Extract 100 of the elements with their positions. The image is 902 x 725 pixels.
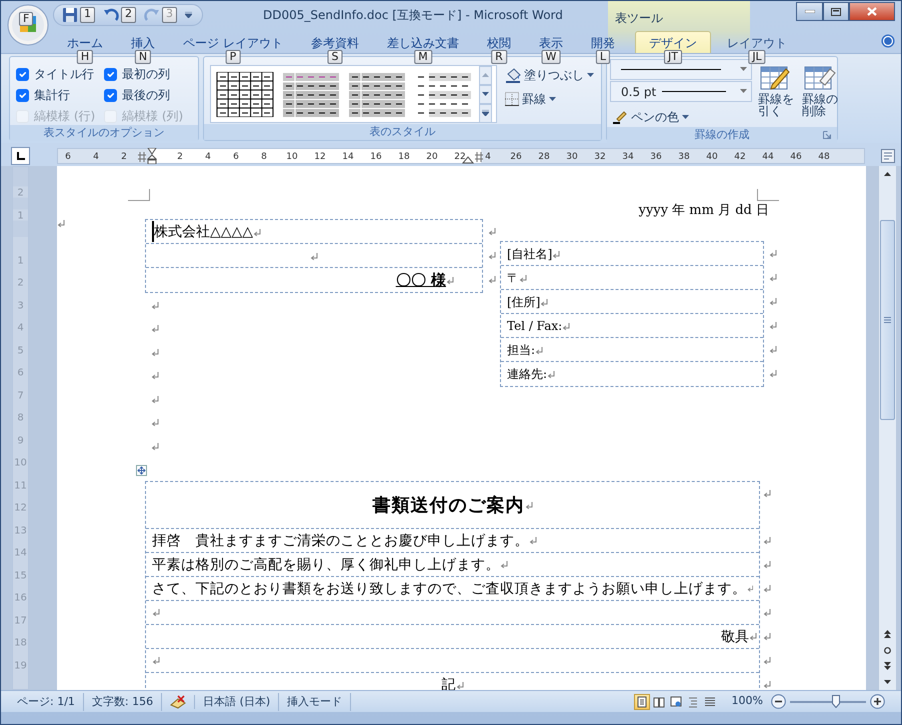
shading-button[interactable]: 塗りつぶし [503,65,596,85]
paragraph-mark-icon [768,273,776,281]
ribbon-tab[interactable]: 表示 [524,31,577,53]
zoom-out-button[interactable] [771,694,786,709]
tab-selector-button[interactable] [11,147,30,165]
ruler-number: 1 [13,209,28,220]
ruler-number: 11 [13,479,28,490]
keytip: JL [748,50,766,64]
zoom-level[interactable]: 100% [732,693,763,710]
keytip: W [542,50,560,64]
column-marker-icon[interactable] [475,152,483,162]
ribbon-tab[interactable]: ページ レイアウト [169,31,297,53]
dropdown-arrow-icon [549,96,556,102]
view-button[interactable] [668,694,684,710]
table-style-thumbnail[interactable] [281,72,341,116]
close-icon [867,7,877,16]
line-weight-dropdown[interactable]: 0.5 pt [610,81,752,102]
ribbon-tab[interactable]: 校閲 [472,31,525,53]
indent-marker-icon[interactable] [147,148,157,164]
note-heading: 記 [442,675,456,690]
company-name: 株式会社△△△△ [152,221,254,242]
gallery-more-button[interactable] [479,104,492,122]
paragraph-mark-icon [488,251,496,259]
word-count-status[interactable]: 文字数: 156 [84,692,162,710]
borders-button[interactable]: 罫線 [503,89,596,109]
ribbon-tab[interactable]: デザイン [634,31,711,53]
dialog-launcher-icon[interactable] [823,131,831,139]
arrow-down-icon [884,680,891,684]
ruler-number: 4 [93,150,99,163]
sender-field-label: [住所] [507,294,540,310]
ruler-number: 19 [13,659,28,670]
ribbon-tab[interactable]: 参考資料 [296,31,373,53]
table-style-thumbnail[interactable] [215,72,275,116]
language-status[interactable]: 日本語 (日本) [195,692,280,710]
print-view-icon [636,696,648,708]
help-icon[interactable] [881,34,895,48]
ribbon-tab[interactable]: ホーム [53,31,117,53]
ribbon-tab[interactable]: 開発 [576,31,629,53]
ruler-number: 26 [510,150,522,163]
view-ruler-button[interactable] [879,147,896,164]
zoom-in-button[interactable] [870,694,885,709]
paragraph-mark-icon [151,324,159,332]
checkbox[interactable] [16,88,29,102]
ruler-number: 14 [13,546,28,558]
close-button[interactable] [849,2,895,21]
paragraph-mark-icon [310,252,318,260]
table-style-thumbnail[interactable] [347,72,407,116]
paragraph-mark-icon [768,345,776,353]
letter-text: 平素は格別のご高配を賜り、厚く御礼申し上げます。 [152,554,500,574]
sender-field-label: 担当: [507,342,536,358]
closing-text: 敬具 [721,626,749,646]
ruler-number: 46 [790,150,802,163]
draft-view-icon [704,696,716,708]
undo-icon[interactable] [103,7,119,23]
proofing-book-icon[interactable] [170,694,186,708]
paragraph-mark-icon [768,369,776,377]
dropdown-arrow-icon [740,89,747,94]
pen-color-button[interactable]: ペンの色 [610,107,752,127]
paragraph-mark-icon [540,298,548,306]
ruler-number: 4 [205,150,211,163]
minimize-button[interactable] [796,2,823,21]
checkbox[interactable] [16,68,29,80]
maximize-button[interactable] [823,2,849,21]
slider-thumb[interactable] [832,694,840,708]
gallery-down-button[interactable] [479,84,492,104]
column-marker-icon[interactable] [138,152,146,162]
save-icon[interactable] [62,7,78,23]
paragraph-mark-icon [519,274,527,282]
paragraph-mark-icon [151,300,159,309]
paragraph-mark-icon [57,219,65,227]
paragraph-mark-icon [488,275,496,283]
crop-mark-icon [128,189,150,201]
ruler-toggle-icon [880,148,894,162]
page-number-status[interactable]: ページ: 1/1 [9,692,84,710]
line-sample-icon [662,90,726,93]
zoom-slider[interactable] [790,694,866,708]
sender-field-label: Tel / Fax: [507,318,562,334]
checkbox[interactable] [104,68,117,80]
paragraph-mark-icon [151,371,159,380]
checkbox-label: 縞模様 (行) [34,108,96,125]
table-move-handle-icon[interactable] [136,464,147,476]
paragraph-mark-icon [524,500,532,508]
dropdown-arrow-icon [587,72,594,78]
arrow-up-icon [884,172,891,176]
ruler-number: 2 [13,186,28,198]
paragraph-mark-icon [488,227,496,235]
sender-field-label: 連絡先: [507,366,548,383]
ribbon-tab[interactable]: 挿入 [117,31,169,53]
ribbon-tab[interactable]: 差し込み文書 [372,31,473,53]
sender-field-label: [自社名] [507,246,552,262]
eraser-button[interactable]: 罫線の 削除 [800,59,840,127]
checkbox[interactable] [104,88,117,102]
customize-arrow-icon[interactable] [185,12,192,18]
ruler-number: 4 [485,150,491,163]
view-button[interactable] [634,694,650,710]
ribbon-tab[interactable]: レイアウト [712,31,801,53]
double-up-arrow-icon [884,630,891,638]
paragraph-mark-icon [763,560,771,568]
insert-mode-status[interactable]: 挿入モード [279,692,352,710]
scroll-thumb[interactable] [880,220,895,420]
